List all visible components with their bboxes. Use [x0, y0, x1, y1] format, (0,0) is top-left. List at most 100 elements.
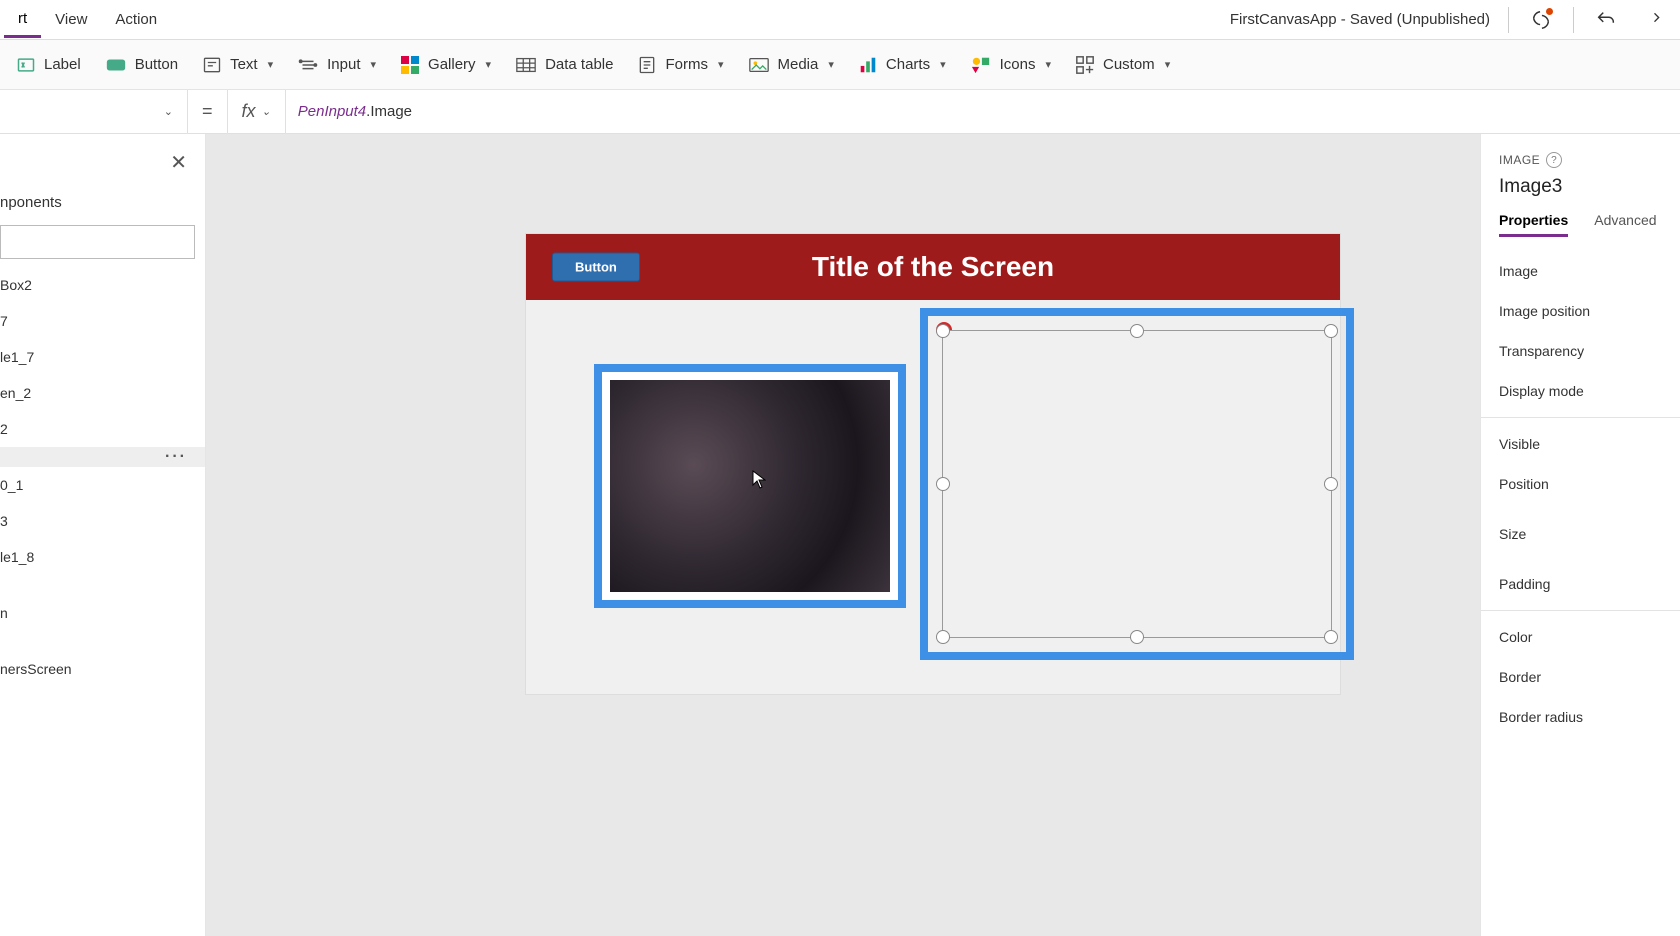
resize-handle[interactable]	[1130, 630, 1144, 644]
fx-button[interactable]: fx ⌄	[227, 90, 285, 133]
redo-icon[interactable]	[1638, 6, 1666, 34]
insert-datatable-text: Data table	[545, 56, 613, 73]
cursor-icon	[752, 470, 766, 490]
property-row[interactable]: Position	[1499, 464, 1680, 504]
property-row[interactable]: Color	[1499, 617, 1680, 657]
property-selector[interactable]: ⌄	[0, 90, 188, 133]
menubar-right: FirstCanvasApp - Saved (Unpublished)	[1230, 6, 1676, 34]
resize-handle[interactable]	[1324, 324, 1338, 338]
image3-control-selected[interactable]: × ⌄	[920, 308, 1354, 660]
menubar: rt View Action FirstCanvasApp - Saved (U…	[0, 0, 1680, 40]
insert-input[interactable]: Input ▾	[297, 55, 376, 75]
insert-media[interactable]: Media ▾	[748, 56, 834, 74]
property-row[interactable]: Size	[1499, 504, 1680, 554]
property-row[interactable]: Display mode	[1499, 371, 1680, 411]
canvas-area[interactable]: Button Title of the Screen × ⌄	[206, 134, 1480, 936]
chevron-down-icon: ▾	[718, 58, 724, 71]
insert-gallery-text: Gallery	[428, 56, 476, 73]
tree-item[interactable]: n	[0, 595, 205, 631]
tree-item[interactable]: 3	[0, 503, 205, 539]
tree-item[interactable]: Box2	[0, 267, 205, 303]
tree-item[interactable]	[0, 575, 205, 595]
insert-gallery[interactable]: Gallery ▾	[400, 55, 491, 75]
insert-custom-text: Custom	[1103, 56, 1155, 73]
equals-sign: =	[188, 101, 227, 122]
separator	[1508, 7, 1509, 33]
insert-button-text: Button	[135, 56, 178, 73]
workspace: ✕ nponents Box27le1_7en_22···0_13le1_8nn…	[0, 134, 1680, 936]
divider	[1481, 417, 1680, 418]
peninput-image	[610, 380, 890, 592]
tree-item[interactable]: nersScreen	[0, 651, 205, 687]
insert-ribbon: Label Button Text ▾ Input ▾ Gallery ▾ Da…	[0, 40, 1680, 90]
menu-action[interactable]: Action	[101, 3, 171, 36]
chevron-down-icon: ⌄	[262, 105, 271, 118]
help-icon[interactable]: ?	[1546, 152, 1562, 168]
resize-handle[interactable]	[936, 477, 950, 491]
property-category: IMAGE ?	[1499, 152, 1680, 168]
insert-charts[interactable]: Charts ▾	[858, 55, 946, 75]
insert-text-text: Text	[230, 56, 258, 73]
property-row[interactable]: Border	[1499, 657, 1680, 697]
chevron-down-icon: ▾	[1165, 58, 1171, 71]
insert-datatable[interactable]: Data table	[515, 56, 613, 74]
insert-custom[interactable]: Custom ▾	[1075, 55, 1170, 75]
tab-properties[interactable]: Properties	[1499, 212, 1568, 237]
resize-handle[interactable]	[936, 630, 950, 644]
insert-label-text: Label	[44, 56, 81, 73]
tree-item[interactable]	[0, 631, 205, 651]
insert-icons[interactable]: Icons ▾	[970, 55, 1051, 75]
app-screen: Button Title of the Screen × ⌄	[526, 234, 1340, 694]
tree-item[interactable]: 2	[0, 411, 205, 447]
property-row[interactable]: Border radius	[1499, 697, 1680, 737]
notification-dot	[1546, 8, 1553, 15]
property-row[interactable]: Transparency	[1499, 331, 1680, 371]
insert-button[interactable]: Button	[105, 56, 178, 74]
property-row[interactable]: Image position	[1499, 291, 1680, 331]
insert-media-text: Media	[778, 56, 819, 73]
formula-input[interactable]: PenInput4.Image	[285, 90, 1680, 133]
more-icon[interactable]: ···	[165, 448, 187, 466]
insert-label[interactable]: Label	[16, 55, 81, 75]
insert-forms[interactable]: Forms ▾	[637, 55, 723, 75]
undo-icon[interactable]	[1592, 6, 1620, 34]
tree-item[interactable]: le1_8	[0, 539, 205, 575]
chevron-down-icon: ▾	[828, 58, 834, 71]
chevron-down-icon: ▾	[940, 58, 946, 71]
tree-item[interactable]: 0_1	[0, 467, 205, 503]
app-title: FirstCanvasApp - Saved (Unpublished)	[1230, 11, 1490, 28]
formula-token-prop: Image	[370, 103, 412, 120]
chevron-down-icon: ▾	[486, 58, 492, 71]
resize-handle[interactable]	[936, 324, 950, 338]
property-row[interactable]: Image	[1499, 251, 1680, 291]
chevron-down-icon: ▾	[371, 58, 377, 71]
properties-panel: IMAGE ? Image3 Properties Advanced Image…	[1480, 134, 1680, 936]
resize-handle[interactable]	[1324, 630, 1338, 644]
property-tabs: Properties Advanced	[1499, 212, 1680, 237]
app-checker-icon[interactable]	[1527, 6, 1555, 34]
chevron-down-icon: ▾	[268, 58, 274, 71]
menu-view[interactable]: View	[41, 3, 101, 36]
formula-bar: ⌄ = fx ⌄ PenInput4.Image	[0, 90, 1680, 134]
insert-forms-text: Forms	[665, 56, 708, 73]
resize-handle[interactable]	[1324, 477, 1338, 491]
tree-item[interactable]: 7	[0, 303, 205, 339]
tree-item[interactable]: le1_7	[0, 339, 205, 375]
tree-search-input[interactable]	[0, 225, 195, 259]
tree-item[interactable]: en_2	[0, 375, 205, 411]
separator	[1573, 7, 1574, 33]
menu-insert[interactable]: rt	[4, 2, 41, 38]
chevron-down-icon: ▾	[1045, 58, 1051, 71]
resize-handle[interactable]	[1130, 324, 1144, 338]
tab-advanced[interactable]: Advanced	[1594, 212, 1656, 237]
selected-object-name: Image3	[1499, 176, 1680, 198]
property-row[interactable]: Padding	[1499, 554, 1680, 604]
image3-inner	[942, 330, 1332, 638]
formula-token-name: PenInput4	[298, 103, 366, 120]
property-row[interactable]: Visible	[1499, 424, 1680, 464]
insert-text[interactable]: Text ▾	[202, 55, 273, 75]
tree-item[interactable]: ···	[0, 447, 205, 467]
peninput-preview[interactable]	[594, 364, 906, 608]
header-button[interactable]: Button	[552, 253, 640, 282]
close-icon[interactable]: ✕	[170, 150, 187, 175]
